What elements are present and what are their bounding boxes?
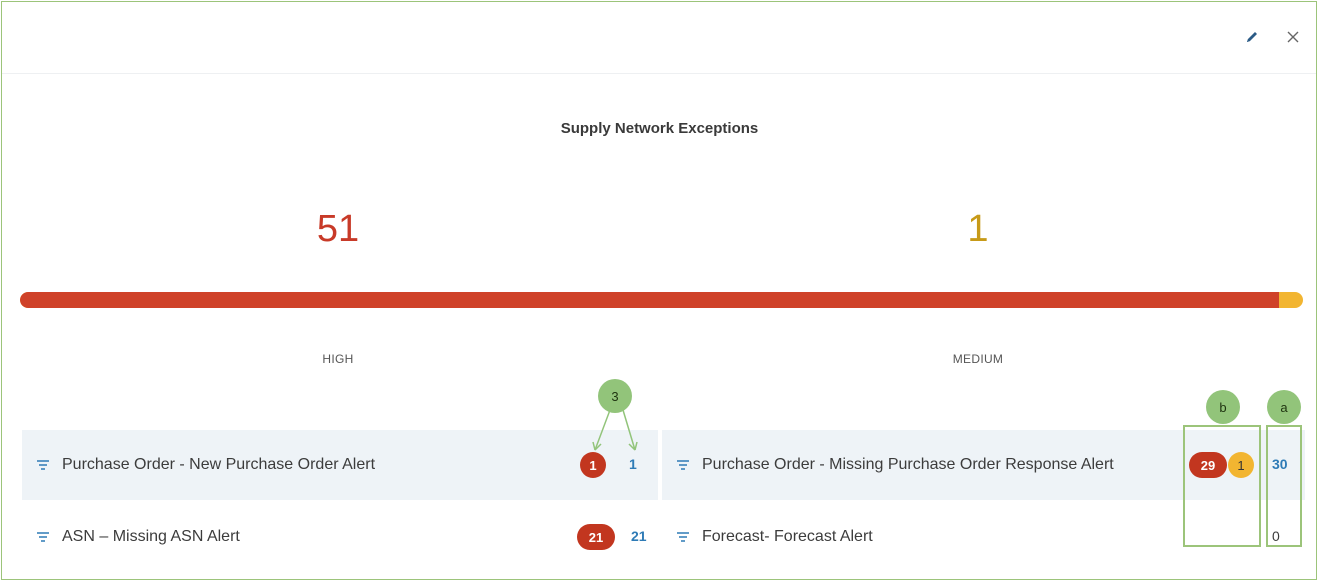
alert-name[interactable]: ASN – Missing ASN Alert bbox=[62, 528, 240, 546]
widget-header bbox=[2, 2, 1316, 74]
total-count[interactable]: 21 bbox=[631, 528, 647, 544]
annotation-callout-a: a bbox=[1267, 390, 1301, 424]
alert-row-po-new[interactable]: Purchase Order - New Purchase Order Aler… bbox=[22, 430, 658, 500]
alert-name[interactable]: Purchase Order - Missing Purchase Order … bbox=[702, 456, 1114, 474]
annotation-callout-3: 3 bbox=[598, 379, 632, 413]
filter-icon bbox=[36, 458, 50, 472]
annotation-callout-b: b bbox=[1206, 390, 1240, 424]
medium-count[interactable]: 1 bbox=[878, 208, 1078, 251]
medium-label: MEDIUM bbox=[952, 352, 1004, 366]
annotation-box-a bbox=[1266, 425, 1302, 547]
high-label: HIGH bbox=[322, 352, 354, 366]
alert-name[interactable]: Purchase Order - New Purchase Order Aler… bbox=[62, 456, 375, 474]
annotation-box-b bbox=[1183, 425, 1261, 547]
alert-name[interactable]: Forecast- Forecast Alert bbox=[702, 528, 873, 546]
filter-icon bbox=[36, 530, 50, 544]
total-count[interactable]: 1 bbox=[629, 456, 637, 472]
high-badge[interactable]: 21 bbox=[577, 524, 615, 550]
severity-bar-high[interactable] bbox=[20, 292, 1279, 308]
severity-bar bbox=[20, 292, 1303, 308]
widget-title: Supply Network Exceptions bbox=[560, 120, 759, 137]
pencil-icon[interactable] bbox=[1241, 26, 1263, 48]
filter-icon bbox=[676, 530, 690, 544]
high-count[interactable]: 51 bbox=[238, 208, 438, 251]
filter-icon bbox=[676, 458, 690, 472]
high-badge[interactable]: 1 bbox=[580, 452, 606, 478]
close-icon[interactable] bbox=[1282, 26, 1304, 48]
alert-row-asn-missing[interactable]: ASN – Missing ASN Alert bbox=[22, 502, 658, 572]
